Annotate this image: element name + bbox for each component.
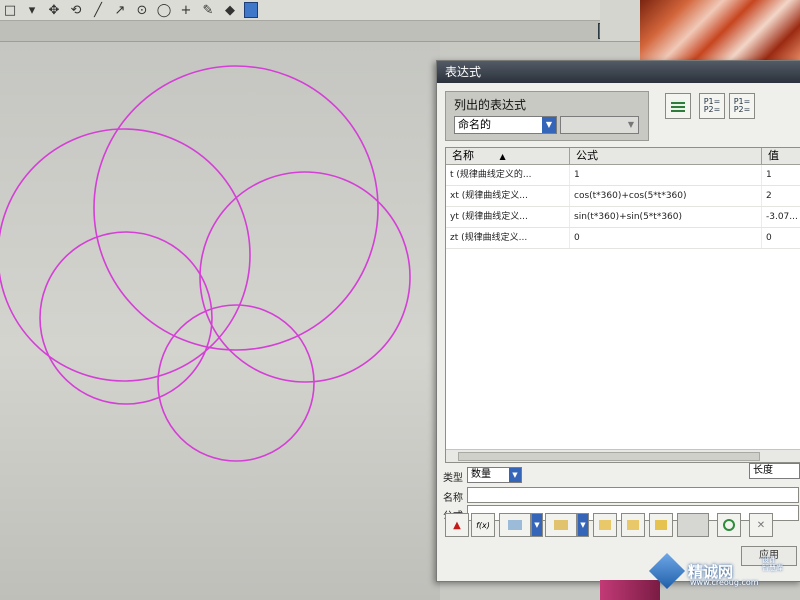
up-icon[interactable]: ▲ xyxy=(445,513,469,537)
logo-icon xyxy=(648,552,686,590)
row-value: 2 xyxy=(762,186,800,206)
filter-select[interactable]: 命名的 ▼ xyxy=(454,116,557,134)
import-expression-button[interactable]: P1= P2= xyxy=(699,93,725,119)
spreadsheet-icon xyxy=(671,100,685,112)
unit-select[interactable]: 长度 xyxy=(749,463,800,479)
row-formula: 0 xyxy=(570,228,762,248)
secondary-filter-select: ▼ xyxy=(560,116,639,134)
expression-toolbar: ▲ f(x) ▼ ▼ ✕ xyxy=(445,511,797,541)
watermark-sub: 设计 智慧库 xyxy=(762,556,783,572)
dialog-title: 表达式 xyxy=(437,61,800,83)
type-select-value: 数量 xyxy=(471,469,491,480)
background-photo xyxy=(640,0,800,60)
measure-icon[interactable] xyxy=(499,513,531,537)
row-name: t (规律曲线定义的... xyxy=(446,165,570,185)
export-expression-button[interactable]: P1= P2= xyxy=(729,93,755,119)
row-formula: 1 xyxy=(570,165,762,185)
curve-drawing xyxy=(0,65,411,462)
function-button[interactable]: f(x) xyxy=(471,513,495,537)
disabled-icon xyxy=(677,513,709,537)
row-value: -3.07... xyxy=(762,207,800,227)
chevron-down-icon: ▼ xyxy=(624,117,638,133)
pencil-icon[interactable] xyxy=(593,513,617,537)
group-label: 列出的表达式 xyxy=(454,98,527,112)
delete-icon[interactable]: ✕ xyxy=(749,513,773,537)
reference-icon[interactable] xyxy=(545,513,577,537)
curve-circle-left xyxy=(0,128,251,382)
table-row[interactable]: xt (规律曲线定义... cos(t*360)+cos(5*t*360) 2 xyxy=(446,186,800,207)
chevron-down-icon: ▼ xyxy=(509,468,521,482)
name-field[interactable] xyxy=(467,487,799,503)
window-controls xyxy=(600,0,640,41)
import-icon: P1= P2= xyxy=(703,97,721,114)
listed-expressions-group: 列出的表达式 命名的 ▼ ▼ xyxy=(445,91,649,141)
name-label: 名称 xyxy=(443,493,463,504)
horizontal-scrollbar[interactable] xyxy=(446,449,800,462)
export-icon: P1= P2= xyxy=(733,97,751,114)
sort-asc-icon: ▲ xyxy=(499,152,506,161)
row-name: zt (规律曲线定义... xyxy=(446,228,570,248)
row-formula: sin(t*360)+sin(5*t*360) xyxy=(570,207,762,227)
column-header-name[interactable]: 名称 ▲ xyxy=(446,148,570,164)
unit-select-value: 长度 xyxy=(753,465,773,476)
watermark: 精诚网 www.creoug.com 设计 智慧库 xyxy=(648,548,800,594)
folder-icon[interactable] xyxy=(649,513,673,537)
table-row[interactable]: zt (规律曲线定义... 0 0 xyxy=(446,228,800,249)
chevron-down-icon[interactable]: ▼ xyxy=(577,513,589,537)
curve-circle-bottom-left xyxy=(39,231,213,405)
column-header-formula[interactable]: 公式 xyxy=(570,148,762,164)
chevron-down-icon: ▼ xyxy=(542,117,556,133)
row-value: 0 xyxy=(762,228,800,248)
expressions-table: 名称 ▲ 公式 值 t (规律曲线定义的... 1 1 xt (规律曲线定义..… xyxy=(445,147,800,463)
graphics-canvas[interactable] xyxy=(0,42,440,600)
column-name-label: 名称 xyxy=(452,149,474,162)
column-header-value[interactable]: 值 xyxy=(762,148,800,164)
row-name: xt (规律曲线定义... xyxy=(446,186,570,206)
spreadsheet-button[interactable] xyxy=(665,93,691,119)
row-formula: cos(t*360)+cos(5*t*360) xyxy=(570,186,762,206)
filter-select-value: 命名的 xyxy=(458,118,491,131)
row-name: yt (规律曲线定义... xyxy=(446,207,570,227)
watermark-url: www.creoug.com xyxy=(690,578,759,587)
table-header: 名称 ▲ 公式 值 xyxy=(446,148,800,165)
table-row[interactable]: yt (规律曲线定义... sin(t*360)+sin(5*t*360) -3… xyxy=(446,207,800,228)
type-select[interactable]: 数量 ▼ xyxy=(467,467,522,483)
expressions-dialog: 表达式 列出的表达式 命名的 ▼ ▼ P1= P2= P1= P2= 名称 ▲ … xyxy=(436,60,800,582)
type-label: 类型 xyxy=(443,473,463,484)
refresh-icon[interactable] xyxy=(717,513,741,537)
table-row[interactable]: t (规律曲线定义的... 1 1 xyxy=(446,165,800,186)
chevron-down-icon[interactable]: ▼ xyxy=(531,513,543,537)
scrollbar-thumb[interactable] xyxy=(458,452,760,461)
link-icon[interactable] xyxy=(621,513,645,537)
curve-circle-top xyxy=(93,65,379,351)
row-value: 1 xyxy=(762,165,800,185)
